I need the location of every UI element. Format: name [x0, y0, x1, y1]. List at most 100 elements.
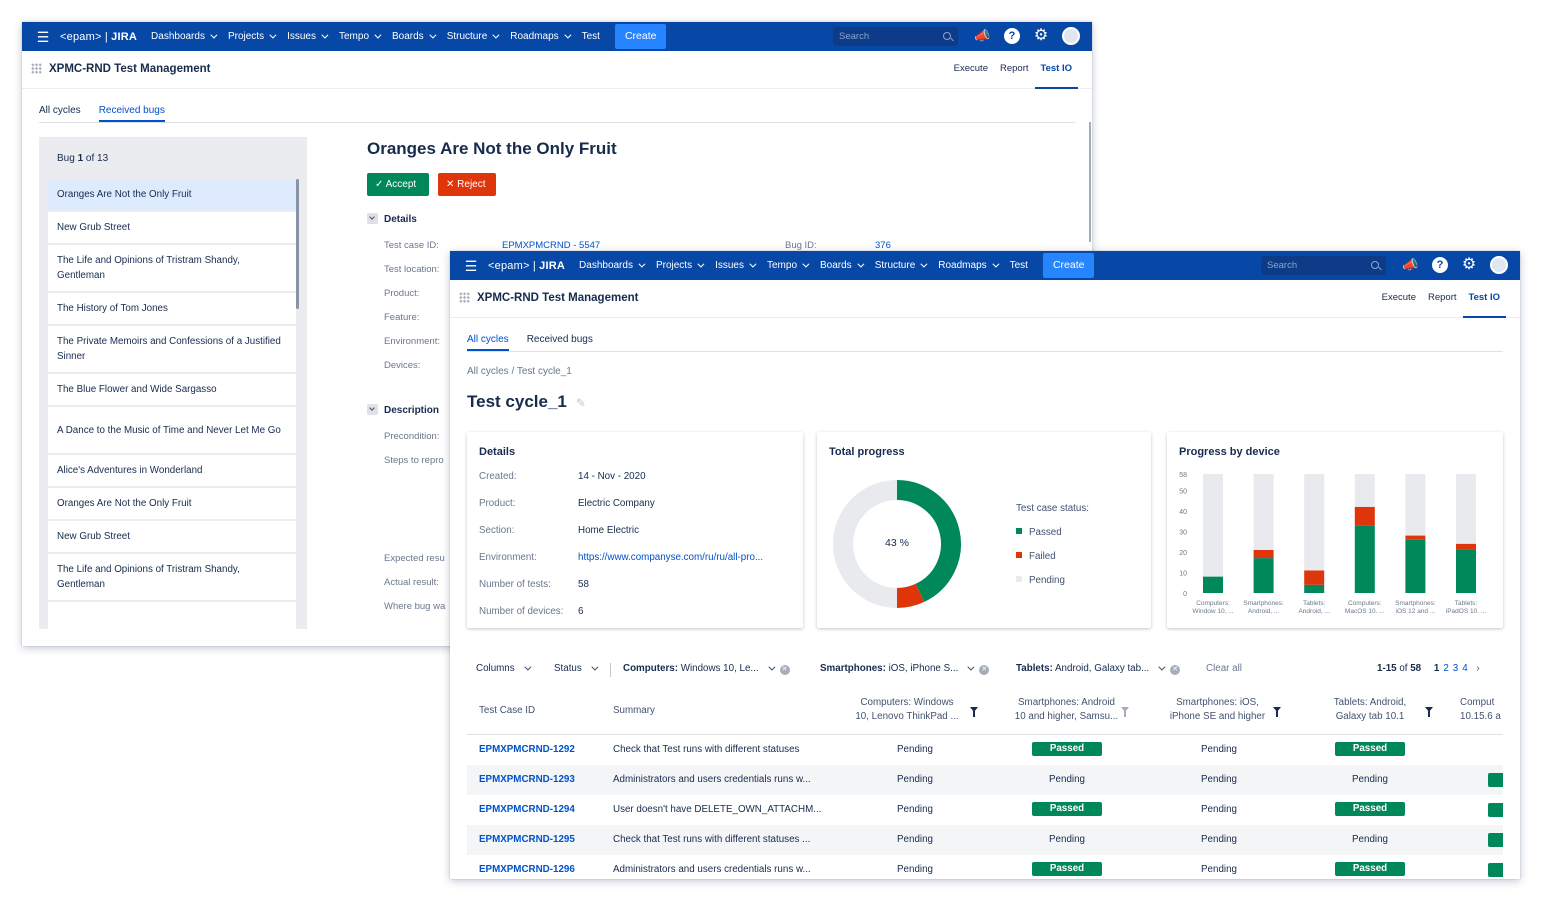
clear-filter-icon[interactable]: ✕	[1170, 665, 1181, 675]
tab-execute[interactable]: Execute	[1376, 280, 1422, 318]
megaphone-icon[interactable]: 📣	[1402, 257, 1418, 273]
column-header-summary[interactable]: Summary	[613, 704, 655, 718]
nav-structure[interactable]: Structure	[447, 31, 500, 42]
nav-boards[interactable]: Boards	[820, 260, 865, 271]
columns-dropdown[interactable]: Columns	[476, 663, 532, 674]
search-input[interactable]: Search	[833, 27, 958, 46]
filter-funnel-icon[interactable]	[1121, 707, 1129, 717]
table-row[interactable]: EPMXPMCRND-1296 Administrators and users …	[467, 855, 1503, 879]
nav-dashboards[interactable]: Dashboards	[151, 31, 218, 42]
subtab-received-bugs[interactable]: Received bugs	[98, 101, 165, 122]
nav-tempo[interactable]: Tempo	[767, 260, 810, 271]
search-input[interactable]: Search	[1261, 256, 1386, 275]
filter-funnel-icon[interactable]	[1273, 707, 1281, 717]
tab-report[interactable]: Report	[994, 51, 1035, 89]
accept-button[interactable]: ✓ Accept	[367, 173, 429, 196]
page-4[interactable]: 4	[1462, 663, 1467, 674]
breadcrumb[interactable]: All cycles / Test cycle_1	[467, 366, 572, 377]
next-page-icon[interactable]: ›	[1476, 663, 1479, 674]
filter-funnel-icon[interactable]	[1425, 707, 1433, 717]
collapse-chevron-icon[interactable]	[367, 213, 378, 224]
bug-list-item[interactable]: Alice's Adventures in Wonderland	[48, 455, 296, 486]
column-header-computers-windows[interactable]: Computers: Windows 10, Lenovo ThinkPad ..…	[842, 696, 972, 724]
nav-roadmaps[interactable]: Roadmaps	[938, 260, 1000, 271]
nav-tempo[interactable]: Tempo	[339, 31, 382, 42]
table-row[interactable]: EPMXPMCRND-1292 Check that Test runs with…	[467, 735, 1503, 765]
test-case-id-link[interactable]: EPMXPMCRND-1293	[479, 765, 575, 795]
subtab-all-cycles[interactable]: All cycles	[467, 330, 509, 351]
page-2[interactable]: 2	[1443, 663, 1448, 674]
app-grid-icon[interactable]	[459, 292, 470, 303]
column-header-id[interactable]: Test Case ID	[479, 704, 535, 718]
subtab-all-cycles[interactable]: All cycles	[39, 101, 81, 122]
column-header-smartphones-android[interactable]: Smartphones: Android 10 and higher, Samsu…	[999, 696, 1134, 724]
column-header-computers-mac[interactable]: Comput 10.15.6 a	[1460, 696, 1503, 724]
column-header-tablets-android[interactable]: Tablets: Android, Galaxy tab 10.1	[1300, 696, 1440, 724]
table-row[interactable]: EPMXPMCRND-1294 User doesn't have DELETE_…	[467, 795, 1503, 825]
bug-list-item[interactable]: The Life and Opinions of Tristram Shandy…	[48, 245, 296, 291]
app-grid-icon[interactable]	[31, 63, 42, 74]
bug-list-item[interactable]: The Private Memoirs and Confessions of a…	[48, 326, 296, 372]
bug-list-item[interactable]: The Life and Opinions of Tristram Shandy…	[48, 554, 296, 600]
gear-icon[interactable]: ⚙	[1461, 257, 1477, 273]
description-section-header[interactable]: Description	[367, 404, 439, 416]
bug-list-item[interactable]: Oranges Are Not the Only Fruit	[48, 488, 296, 519]
megaphone-icon[interactable]: 📣	[974, 28, 990, 44]
computers-filter[interactable]: Computers: Windows 10, Le... ✕	[623, 663, 790, 675]
bug-list-item[interactable]: New Grub Street	[48, 212, 296, 243]
help-icon[interactable]: ?	[1004, 28, 1020, 44]
create-button[interactable]: Create	[614, 24, 667, 49]
bug-id-link[interactable]: 376	[875, 240, 891, 251]
column-header-smartphones-ios[interactable]: Smartphones: iOS, iPhone SE and higher	[1150, 696, 1285, 724]
gear-icon[interactable]: ⚙	[1033, 28, 1049, 44]
help-icon[interactable]: ?	[1432, 257, 1448, 273]
test-case-id-link[interactable]: EPMXPMCRND-1295	[479, 825, 575, 855]
page-1[interactable]: 1	[1434, 663, 1439, 674]
product-logo[interactable]: <epam> | JIRA	[488, 260, 565, 272]
clear-all-button[interactable]: Clear all	[1206, 663, 1242, 674]
product-logo[interactable]: <epam> | JIRA	[60, 31, 137, 43]
avatar[interactable]	[1062, 27, 1080, 45]
bug-list-item[interactable]: The Blue Flower and Wide Sargasso	[48, 374, 296, 405]
nav-projects[interactable]: Projects	[228, 31, 277, 42]
bug-list-item[interactable]	[48, 602, 296, 629]
collapse-chevron-icon[interactable]	[367, 404, 378, 415]
create-button[interactable]: Create	[1042, 253, 1095, 278]
tab-report[interactable]: Report	[1422, 280, 1463, 318]
clear-filter-icon[interactable]: ✕	[979, 665, 990, 675]
nav-issues[interactable]: Issues	[287, 31, 329, 42]
nav-test[interactable]: Test	[582, 31, 600, 42]
bug-list-item[interactable]: A Dance to the Music of Time and Never L…	[48, 407, 296, 453]
table-row[interactable]: EPMXPMCRND-1293 Administrators and users …	[467, 765, 1503, 795]
edit-pencil-icon[interactable]: ✎	[576, 396, 586, 410]
table-row[interactable]: EPMXPMCRND-1295 Check that Test runs with…	[467, 825, 1503, 855]
nav-test[interactable]: Test	[1010, 260, 1028, 271]
test-case-id-link[interactable]: EPMXPMCRND-1296	[479, 855, 575, 879]
filter-funnel-icon[interactable]	[970, 707, 978, 717]
test-case-id-link[interactable]: EPMXPMCRND-1294	[479, 795, 575, 825]
bug-list-item[interactable]: New Grub Street	[48, 521, 296, 552]
reject-button[interactable]: ✕ Reject	[438, 173, 496, 196]
test-case-id-link[interactable]: EPMXPMCRND-1292	[479, 735, 575, 765]
bug-list-item[interactable]: The History of Tom Jones	[48, 293, 296, 324]
clear-filter-icon[interactable]: ✕	[779, 665, 790, 675]
bug-list-scrollbar[interactable]	[296, 179, 299, 309]
tab-test-io[interactable]: Test IO	[1034, 51, 1078, 89]
details-section-header[interactable]: Details	[367, 213, 417, 225]
bug-list-item[interactable]: Oranges Are Not the Only Fruit	[48, 179, 296, 210]
hamburger-menu-icon[interactable]: ☰	[32, 30, 54, 44]
subtab-received-bugs[interactable]: Received bugs	[527, 330, 593, 351]
tab-test-io[interactable]: Test IO	[1462, 280, 1506, 318]
nav-roadmaps[interactable]: Roadmaps	[510, 31, 572, 42]
tab-execute[interactable]: Execute	[948, 51, 994, 89]
tablets-filter[interactable]: Tablets: Android, Galaxy tab... ✕	[1016, 663, 1181, 675]
nav-issues[interactable]: Issues	[715, 260, 757, 271]
nav-projects[interactable]: Projects	[656, 260, 705, 271]
page-scrollbar[interactable]	[1089, 122, 1091, 242]
nav-boards[interactable]: Boards	[392, 31, 437, 42]
hamburger-menu-icon[interactable]: ☰	[460, 259, 482, 273]
avatar[interactable]	[1490, 256, 1508, 274]
environment-link[interactable]: https://www.companyse.com/ru/ru/all-pro.…	[578, 552, 763, 563]
status-filter[interactable]: Status	[554, 663, 599, 674]
page-3[interactable]: 3	[1453, 663, 1458, 674]
